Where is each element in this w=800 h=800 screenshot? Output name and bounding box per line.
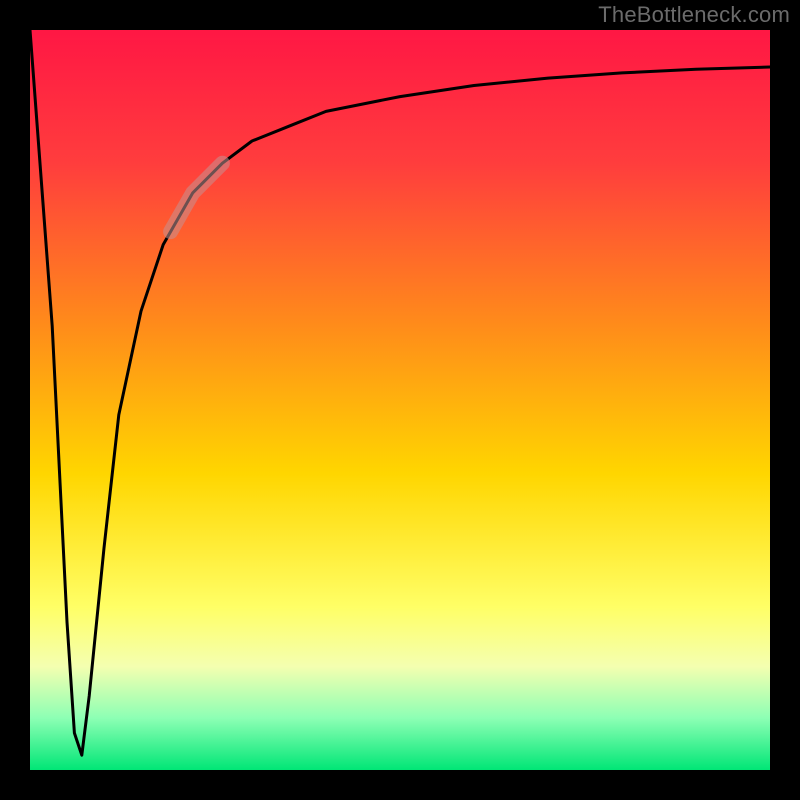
plot-background [30, 30, 770, 770]
bottleneck-chart [0, 0, 800, 800]
chart-stage: TheBottleneck.com [0, 0, 800, 800]
watermark-text: TheBottleneck.com [598, 2, 790, 28]
